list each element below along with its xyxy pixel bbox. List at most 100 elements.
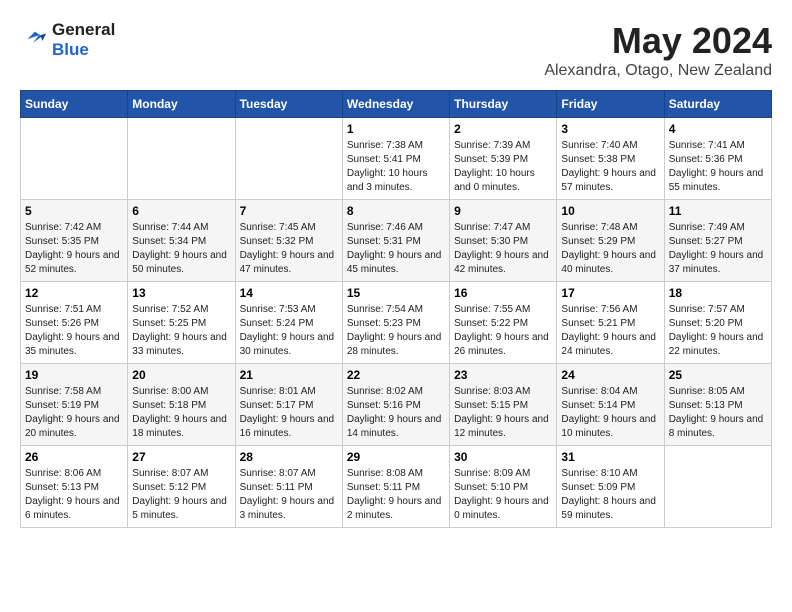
sunset-text: Sunset: 5:13 PM [25, 482, 99, 493]
sunrise-text: Sunrise: 7:49 AM [669, 222, 745, 233]
daylight-text: Daylight: 9 hours and 42 minutes. [454, 250, 549, 275]
sunset-text: Sunset: 5:10 PM [454, 482, 528, 493]
day-number: 13 [132, 286, 230, 300]
sunset-text: Sunset: 5:12 PM [132, 482, 206, 493]
calendar-week-row: 1 Sunrise: 7:38 AM Sunset: 5:41 PM Dayli… [21, 118, 772, 200]
day-info: Sunrise: 8:06 AM Sunset: 5:13 PM Dayligh… [25, 467, 123, 523]
day-number: 30 [454, 450, 552, 464]
daylight-text: Daylight: 9 hours and 12 minutes. [454, 414, 549, 439]
day-number: 15 [347, 286, 445, 300]
sunrise-text: Sunrise: 8:02 AM [347, 386, 423, 397]
day-number: 16 [454, 286, 552, 300]
sunrise-text: Sunrise: 8:00 AM [132, 386, 208, 397]
day-number: 1 [347, 122, 445, 136]
sunset-text: Sunset: 5:30 PM [454, 236, 528, 247]
calendar-cell: 22 Sunrise: 8:02 AM Sunset: 5:16 PM Dayl… [342, 364, 449, 446]
calendar-cell: 2 Sunrise: 7:39 AM Sunset: 5:39 PM Dayli… [450, 118, 557, 200]
day-info: Sunrise: 7:45 AM Sunset: 5:32 PM Dayligh… [240, 221, 338, 277]
sunrise-text: Sunrise: 8:05 AM [669, 386, 745, 397]
sunrise-text: Sunrise: 7:54 AM [347, 304, 423, 315]
day-number: 3 [561, 122, 659, 136]
day-info: Sunrise: 8:09 AM Sunset: 5:10 PM Dayligh… [454, 467, 552, 523]
day-number: 20 [132, 368, 230, 382]
calendar-cell: 1 Sunrise: 7:38 AM Sunset: 5:41 PM Dayli… [342, 118, 449, 200]
calendar-cell: 14 Sunrise: 7:53 AM Sunset: 5:24 PM Dayl… [235, 282, 342, 364]
daylight-text: Daylight: 10 hours and 0 minutes. [454, 168, 535, 193]
daylight-text: Daylight: 9 hours and 37 minutes. [669, 250, 764, 275]
sunrise-text: Sunrise: 7:38 AM [347, 140, 423, 151]
day-number: 24 [561, 368, 659, 382]
title-block: May 2024 Alexandra, Otago, New Zealand [544, 20, 772, 80]
daylight-text: Daylight: 9 hours and 5 minutes. [132, 496, 227, 521]
calendar-week-row: 19 Sunrise: 7:58 AM Sunset: 5:19 PM Dayl… [21, 364, 772, 446]
sunrise-text: Sunrise: 7:42 AM [25, 222, 101, 233]
calendar-cell: 17 Sunrise: 7:56 AM Sunset: 5:21 PM Dayl… [557, 282, 664, 364]
day-number: 19 [25, 368, 123, 382]
sunrise-text: Sunrise: 8:03 AM [454, 386, 530, 397]
calendar-cell: 25 Sunrise: 8:05 AM Sunset: 5:13 PM Dayl… [664, 364, 771, 446]
daylight-text: Daylight: 9 hours and 28 minutes. [347, 332, 442, 357]
sunrise-text: Sunrise: 7:51 AM [25, 304, 101, 315]
sunrise-text: Sunrise: 7:57 AM [669, 304, 745, 315]
sunset-text: Sunset: 5:31 PM [347, 236, 421, 247]
calendar-cell: 9 Sunrise: 7:47 AM Sunset: 5:30 PM Dayli… [450, 200, 557, 282]
day-info: Sunrise: 7:58 AM Sunset: 5:19 PM Dayligh… [25, 385, 123, 441]
daylight-text: Daylight: 9 hours and 35 minutes. [25, 332, 120, 357]
sunset-text: Sunset: 5:16 PM [347, 400, 421, 411]
sunset-text: Sunset: 5:25 PM [132, 318, 206, 329]
sunrise-text: Sunrise: 8:07 AM [132, 468, 208, 479]
sunrise-text: Sunrise: 7:56 AM [561, 304, 637, 315]
sunset-text: Sunset: 5:24 PM [240, 318, 314, 329]
calendar-cell: 26 Sunrise: 8:06 AM Sunset: 5:13 PM Dayl… [21, 446, 128, 528]
sunset-text: Sunset: 5:22 PM [454, 318, 528, 329]
daylight-text: Daylight: 9 hours and 52 minutes. [25, 250, 120, 275]
day-number: 26 [25, 450, 123, 464]
day-info: Sunrise: 8:08 AM Sunset: 5:11 PM Dayligh… [347, 467, 445, 523]
daylight-text: Daylight: 9 hours and 18 minutes. [132, 414, 227, 439]
day-info: Sunrise: 7:56 AM Sunset: 5:21 PM Dayligh… [561, 303, 659, 359]
logo-text: General Blue [52, 20, 115, 60]
calendar-cell: 29 Sunrise: 8:08 AM Sunset: 5:11 PM Dayl… [342, 446, 449, 528]
calendar-cell [664, 446, 771, 528]
sunrise-text: Sunrise: 7:45 AM [240, 222, 316, 233]
day-info: Sunrise: 7:38 AM Sunset: 5:41 PM Dayligh… [347, 139, 445, 195]
daylight-text: Daylight: 9 hours and 45 minutes. [347, 250, 442, 275]
sunset-text: Sunset: 5:29 PM [561, 236, 635, 247]
day-number: 4 [669, 122, 767, 136]
day-info: Sunrise: 8:05 AM Sunset: 5:13 PM Dayligh… [669, 385, 767, 441]
sunrise-text: Sunrise: 7:40 AM [561, 140, 637, 151]
daylight-text: Daylight: 9 hours and 22 minutes. [669, 332, 764, 357]
sunset-text: Sunset: 5:27 PM [669, 236, 743, 247]
weekday-header-tuesday: Tuesday [235, 91, 342, 118]
weekday-header-friday: Friday [557, 91, 664, 118]
calendar-cell: 18 Sunrise: 7:57 AM Sunset: 5:20 PM Dayl… [664, 282, 771, 364]
daylight-text: Daylight: 9 hours and 0 minutes. [454, 496, 549, 521]
sunset-text: Sunset: 5:11 PM [240, 482, 313, 493]
day-info: Sunrise: 8:01 AM Sunset: 5:17 PM Dayligh… [240, 385, 338, 441]
calendar-cell: 8 Sunrise: 7:46 AM Sunset: 5:31 PM Dayli… [342, 200, 449, 282]
sunset-text: Sunset: 5:41 PM [347, 154, 421, 165]
sunrise-text: Sunrise: 7:44 AM [132, 222, 208, 233]
day-number: 9 [454, 204, 552, 218]
day-number: 21 [240, 368, 338, 382]
sunset-text: Sunset: 5:11 PM [347, 482, 420, 493]
sunrise-text: Sunrise: 8:10 AM [561, 468, 637, 479]
daylight-text: Daylight: 9 hours and 30 minutes. [240, 332, 335, 357]
sunset-text: Sunset: 5:09 PM [561, 482, 635, 493]
calendar-cell [235, 118, 342, 200]
sunset-text: Sunset: 5:26 PM [25, 318, 99, 329]
sunset-text: Sunset: 5:14 PM [561, 400, 635, 411]
daylight-text: Daylight: 9 hours and 47 minutes. [240, 250, 335, 275]
calendar-cell: 16 Sunrise: 7:55 AM Sunset: 5:22 PM Dayl… [450, 282, 557, 364]
calendar-header-row: SundayMondayTuesdayWednesdayThursdayFrid… [21, 91, 772, 118]
sunrise-text: Sunrise: 8:04 AM [561, 386, 637, 397]
calendar-cell: 27 Sunrise: 8:07 AM Sunset: 5:12 PM Dayl… [128, 446, 235, 528]
day-number: 11 [669, 204, 767, 218]
sunset-text: Sunset: 5:23 PM [347, 318, 421, 329]
day-info: Sunrise: 7:51 AM Sunset: 5:26 PM Dayligh… [25, 303, 123, 359]
day-info: Sunrise: 7:44 AM Sunset: 5:34 PM Dayligh… [132, 221, 230, 277]
daylight-text: Daylight: 9 hours and 40 minutes. [561, 250, 656, 275]
day-number: 31 [561, 450, 659, 464]
day-info: Sunrise: 7:57 AM Sunset: 5:20 PM Dayligh… [669, 303, 767, 359]
daylight-text: Daylight: 9 hours and 55 minutes. [669, 168, 764, 193]
